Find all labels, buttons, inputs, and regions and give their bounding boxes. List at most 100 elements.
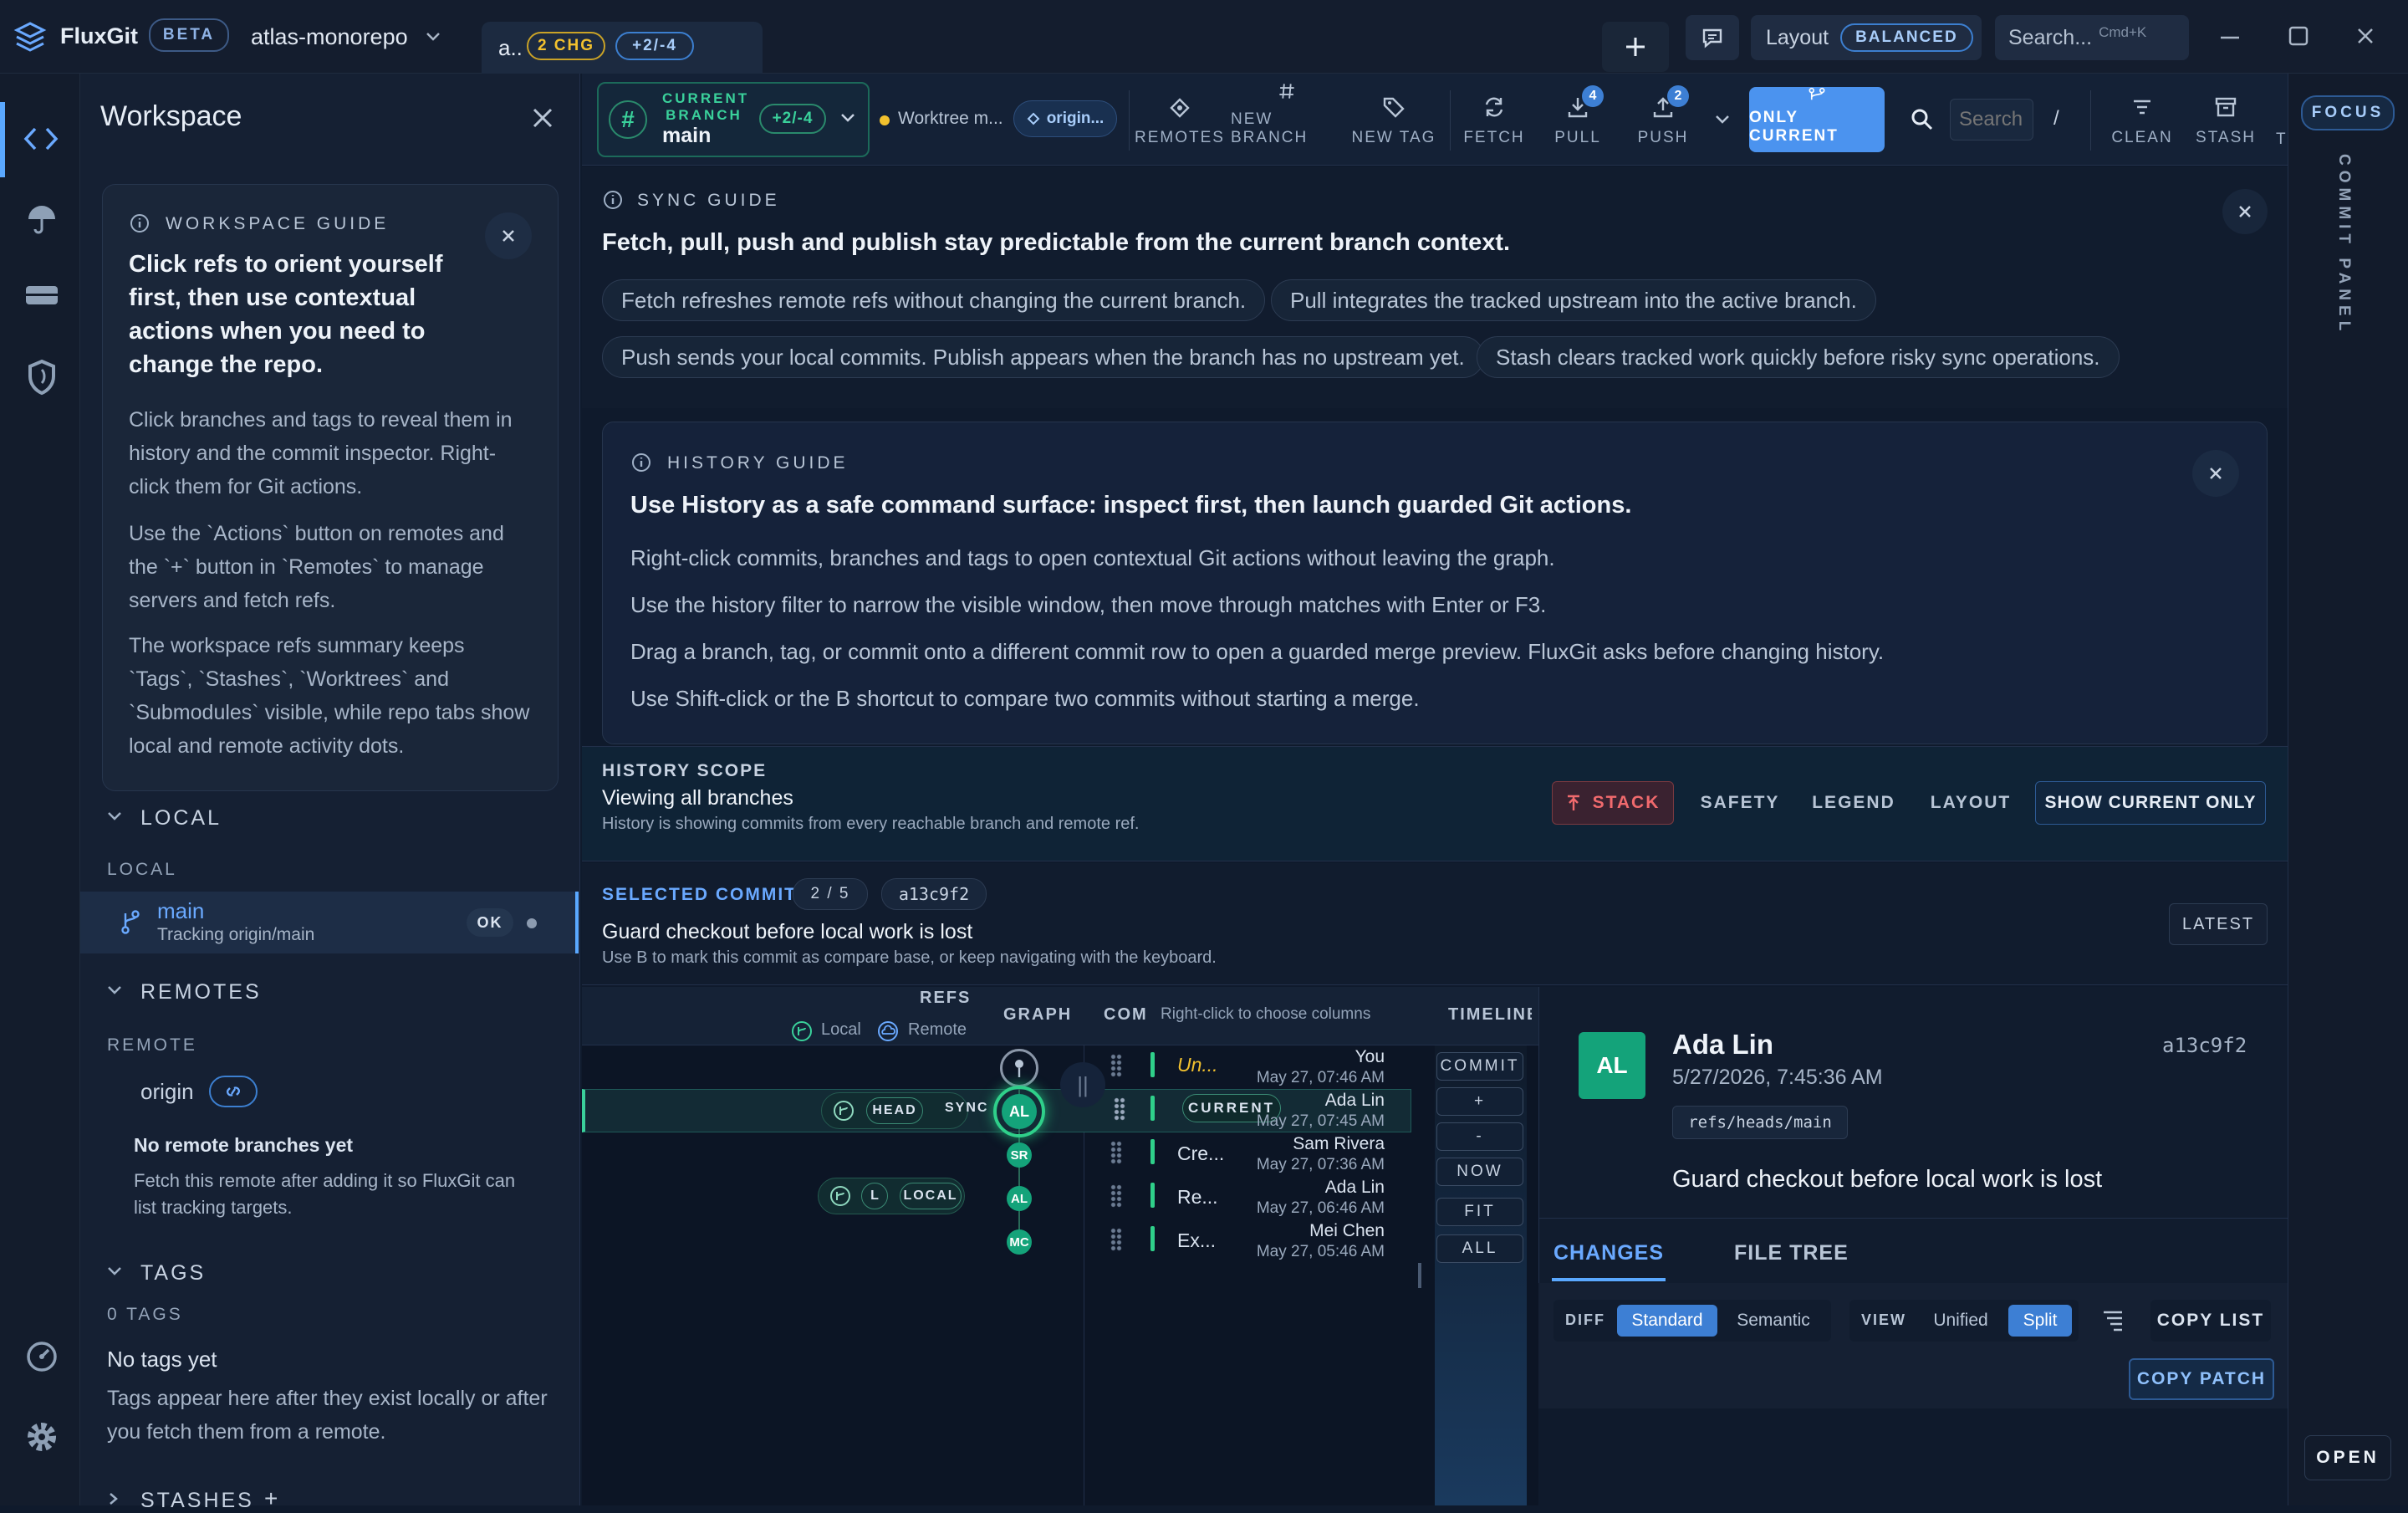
local-section-header[interactable]: LOCAL	[140, 806, 222, 831]
maximize-icon[interactable]	[2286, 23, 2311, 49]
graph-node-avatar[interactable]: SR	[1007, 1142, 1032, 1168]
toolbar-overflow[interactable]: T	[2276, 130, 2286, 149]
tags-section-header[interactable]: TAGS	[140, 1261, 206, 1286]
chevron-down-icon[interactable]	[105, 810, 124, 823]
local-branch-icon	[834, 1101, 854, 1121]
tab-file-tree[interactable]: FILE TREE	[1734, 1241, 1849, 1265]
layout-toggle-button[interactable]: LAYOUT	[1918, 781, 2023, 825]
feedback-button[interactable]	[1686, 15, 1739, 60]
commit-row[interactable]: CURRENT Ada Lin May 27, 07:45 AM	[1085, 1091, 1411, 1134]
timeline-commit-button[interactable]: COMMIT	[1436, 1052, 1523, 1081]
drag-handle-icon[interactable]	[1114, 1097, 1125, 1121]
chevron-down-icon[interactable]	[105, 984, 124, 997]
code-icon[interactable]	[22, 122, 60, 156]
list-icon[interactable]	[2100, 1308, 2125, 1332]
gauge-icon[interactable]	[25, 1340, 59, 1373]
legend-button[interactable]: LEGEND	[1801, 781, 1906, 825]
view-split-button[interactable]: Split	[2008, 1305, 2072, 1337]
commit-column-header[interactable]: COM	[1104, 1005, 1148, 1025]
timeline-zoom-out-button[interactable]: -	[1436, 1122, 1523, 1151]
tab-changes-underline	[1552, 1278, 1666, 1281]
fetch-button[interactable]: FETCH	[1457, 82, 1532, 157]
graph-node-avatar[interactable]: AL	[1007, 1186, 1032, 1211]
graph-node-avatar[interactable]: MC	[1007, 1229, 1032, 1255]
workspace-guide-close[interactable]	[485, 212, 532, 259]
history-search-input[interactable]	[1950, 99, 2033, 141]
open-button[interactable]: OPEN	[2304, 1435, 2391, 1480]
remotes-section-header[interactable]: REMOTES	[140, 980, 262, 1004]
commit-row[interactable]: Cre... Sam Rivera May 27, 07:36 AM	[1085, 1134, 1411, 1178]
chevron-down-icon[interactable]	[839, 112, 856, 124]
timeline-fit-button[interactable]: FIT	[1436, 1198, 1523, 1226]
inspector-hash[interactable]: a13c9f2	[2162, 1034, 2247, 1057]
settings-gear-icon[interactable]	[23, 1418, 60, 1455]
stash-button[interactable]: STASH	[2186, 82, 2266, 157]
graph-scroll-handle[interactable]	[1418, 1263, 1421, 1288]
timeline-now-button[interactable]: NOW	[1436, 1158, 1523, 1186]
worktree-label[interactable]: Worktree m...	[898, 109, 1003, 129]
timeline-all-button[interactable]: ALL	[1436, 1234, 1523, 1263]
repo-selector[interactable]: atlas-monorepo	[251, 18, 452, 55]
activity-active-indicator	[0, 102, 5, 177]
focus-button[interactable]: FOCUS	[2301, 95, 2395, 130]
sync-guide-close[interactable]	[2222, 189, 2268, 234]
inspector-date: 5/27/2026, 7:45:36 AM	[1672, 1066, 1883, 1089]
diff-label: DIFF	[1565, 1311, 1605, 1328]
branch-icon	[121, 910, 140, 934]
safety-button[interactable]: SAFETY	[1691, 781, 1789, 825]
tab-changes[interactable]: CHANGES	[1552, 1241, 1666, 1265]
minimize-icon[interactable]	[2217, 25, 2242, 50]
latest-button[interactable]: LATEST	[2169, 903, 2268, 945]
view-unified-button[interactable]: Unified	[1920, 1305, 2002, 1337]
timeline-column-header[interactable]: TIMELINE	[1448, 1005, 1532, 1025]
new-branch-button[interactable]: NEW BRANCH	[1231, 82, 1343, 157]
push-button[interactable]: PUSH	[1625, 82, 1701, 157]
remotes-button[interactable]: REMOTES	[1135, 82, 1224, 157]
remote-name[interactable]: origin	[140, 1079, 194, 1105]
current-branch-name: main	[662, 124, 712, 147]
new-tag-button[interactable]: NEW TAG	[1349, 82, 1438, 157]
selected-commit-hash[interactable]: a13c9f2	[881, 878, 987, 910]
sidebar-close-icon[interactable]	[528, 104, 557, 132]
copy-patch-button[interactable]: COPY PATCH	[2129, 1358, 2274, 1400]
commit-row[interactable]: Ex... Mei Chen May 27, 05:46 AM	[1085, 1221, 1411, 1265]
umbrella-icon[interactable]	[25, 202, 59, 236]
timeline-zoom-in-button[interactable]: +	[1436, 1087, 1523, 1116]
remote-link-button[interactable]	[209, 1076, 258, 1107]
graph-column-header[interactable]: GRAPH	[1003, 1005, 1072, 1025]
chevron-down-icon	[426, 33, 440, 41]
pull-button[interactable]: PULL	[1540, 82, 1615, 157]
drag-handle-icon[interactable]	[1110, 1054, 1122, 1077]
commit-row[interactable]: Re... Ada Lin May 27, 06:46 AM	[1085, 1178, 1411, 1221]
chevron-down-icon[interactable]	[105, 1265, 124, 1278]
commit-panel-vertical-label[interactable]: COMMIT PANEL	[2334, 154, 2353, 335]
global-search[interactable]: Search... Cmd+K	[1995, 15, 2189, 60]
chevron-down-icon[interactable]	[1714, 114, 1731, 125]
show-current-only-button[interactable]: SHOW CURRENT ONLY	[2035, 781, 2266, 825]
drag-handle-icon[interactable]	[1110, 1228, 1122, 1251]
drag-handle-icon[interactable]	[1110, 1184, 1122, 1208]
sync-badge: SYNC	[945, 1101, 989, 1115]
new-tab-button[interactable]	[1602, 22, 1669, 72]
diff-standard-button[interactable]: Standard	[1617, 1305, 1717, 1337]
commit-row[interactable]: Un... You May 27, 07:46 AM	[1085, 1047, 1411, 1091]
close-window-icon[interactable]	[2353, 23, 2378, 49]
upstream-origin-badge[interactable]: origin...	[1013, 100, 1117, 137]
chevron-right-icon[interactable]	[107, 1492, 120, 1505]
only-current-button[interactable]: ONLY CURRENT	[1749, 87, 1885, 152]
stashes-add-button[interactable]: +	[264, 1485, 278, 1512]
stashes-section-header[interactable]: STASHES	[140, 1489, 254, 1513]
stack-button[interactable]: STACK	[1552, 781, 1674, 825]
clean-button[interactable]: CLEAN	[2102, 82, 2182, 157]
graph-node-avatar[interactable]: AL	[1002, 1094, 1037, 1129]
diff-semantic-button[interactable]: Semantic	[1726, 1305, 1821, 1337]
layout-button[interactable]: Layout BALANCED	[1751, 15, 1982, 60]
new-branch-label: NEW BRANCH	[1231, 110, 1309, 146]
shield-icon[interactable]	[25, 358, 59, 396]
refs-column-header[interactable]: REFS	[920, 989, 971, 1008]
history-guide-close[interactable]	[2192, 450, 2239, 497]
copy-list-button[interactable]: COPY LIST	[2150, 1300, 2271, 1342]
drive-icon[interactable]	[23, 283, 60, 308]
inspector-ref-badge[interactable]: refs/heads/main	[1672, 1106, 1848, 1139]
drag-handle-icon[interactable]	[1110, 1141, 1122, 1164]
